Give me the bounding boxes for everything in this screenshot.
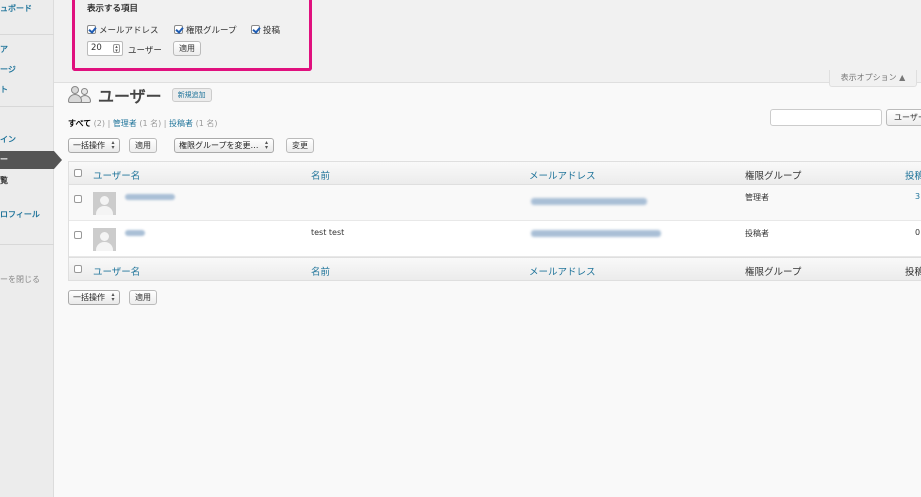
column-toggle-role[interactable]: 権限グループ [174,24,237,36]
bulk-apply-button[interactable]: 適用 [129,138,157,153]
screen-options-highlight: 表示する項目 メールアドレス 権限グループ 投稿 20 ▴ ▾ ユーザー 適用 [72,0,312,71]
checkbox-checked-icon[interactable] [251,25,260,34]
avatar [93,192,116,215]
filter-administrator-count: (1 名) [139,119,162,128]
users-icon [68,86,92,104]
select-all-checkbox[interactable] [74,169,82,177]
change-role-button[interactable]: 変更 [286,138,314,153]
email-redacted[interactable] [531,230,661,237]
screen-options-apply-button[interactable]: 適用 [173,41,201,56]
select-all-checkbox[interactable] [74,265,82,273]
stepper-arrows-icon[interactable]: ▴ ▾ [113,44,120,54]
sidebar-item-media[interactable]: ア [0,41,54,58]
user-post-count[interactable]: 3 [915,192,920,201]
column-footer-posts: 投稿 [905,267,921,278]
screen-options-title: 表示する項目 [87,4,139,14]
sidebar-collapse-menu[interactable]: ーを閉じる [0,271,54,288]
sidebar-item-plugins[interactable]: イン [0,131,54,148]
bulk-apply-button-bottom[interactable]: 適用 [129,290,157,305]
change-role-select[interactable]: 権限グループを変更… ▴ ▾ [174,138,274,153]
row-checkbox[interactable] [74,195,82,203]
table-header: ユーザー名 名前 メールアドレス 権限グループ 投稿 [69,162,921,185]
column-footer-username[interactable]: ユーザー名 [93,264,140,278]
bulk-actions-selected: 一括操作 [73,141,105,150]
sidebar-separator [0,106,54,107]
users-table: ユーザー名 名前 メールアドレス 権限グループ 投稿 管理者 3 test te… [68,161,921,281]
column-header-email[interactable]: メールアドレス [529,168,596,182]
sidebar-item-pages[interactable]: ージ [0,61,54,78]
user-display-name: test test [311,228,345,237]
column-header-name[interactable]: 名前 [311,168,330,182]
column-footer-role: 権限グループ [745,267,802,278]
select-arrows-icon: ▴ ▾ [111,139,115,151]
email-redacted[interactable] [531,198,647,205]
sidebar-item-users[interactable]: ー [0,151,54,169]
sidebar-separator [0,244,54,245]
admin-sidebar: ュボード ア ージ ト イン ー 覧 ロフィール ーを閉じる [0,0,54,497]
page-title: ユーザー [98,87,162,106]
filter-administrator[interactable]: 管理者 [113,119,137,128]
select-arrows-icon: ▴ ▾ [265,139,269,151]
column-header-posts[interactable]: 投稿 [905,168,921,182]
screen-options-tab[interactable]: 表示オプション ▲ [829,70,917,87]
checkbox-checked-icon[interactable] [174,25,183,34]
table-row: test test 投稿者 0 [69,221,921,257]
row-checkbox[interactable] [74,231,82,239]
users-per-page-label: ユーザー [128,46,162,56]
column-toggle-label: メールアドレス [99,25,159,36]
sidebar-subitem-profile[interactable]: ロフィール [0,206,54,223]
filter-author-count: (1 名) [195,119,218,128]
filter-separator: | [163,119,167,128]
table-footer: ユーザー名 名前 メールアドレス 権限グループ 投稿 [69,257,921,280]
users-per-page-value: 20 [91,43,102,53]
checkbox-checked-icon[interactable] [87,25,96,34]
filter-all[interactable]: すべて [68,119,91,128]
add-new-user-button[interactable]: 新規追加 [171,88,212,102]
page-header: ユーザー 新規追加 [68,84,212,106]
column-toggle-label: 投稿 [263,25,281,36]
bulk-actions-selected: 一括操作 [73,293,105,302]
bulk-actions-select-bottom[interactable]: 一括操作 ▴ ▾ [68,290,120,305]
filter-author[interactable]: 投稿者 [169,119,193,128]
user-post-count: 0 [915,228,921,237]
table-row: 管理者 3 [69,185,921,221]
role-filter-links: すべて (2) | 管理者 (1 名) | 投稿者 (1 名) [68,118,217,129]
column-toggle-label: 権限グループ [186,25,237,36]
user-role: 管理者 [745,193,769,202]
sidebar-current-arrow [54,151,62,169]
column-footer-name[interactable]: 名前 [311,264,330,278]
bulk-actions-select[interactable]: 一括操作 ▴ ▾ [68,138,120,153]
user-role: 投稿者 [745,229,769,238]
column-header-role: 権限グループ [745,171,802,182]
column-toggle-email[interactable]: メールアドレス [87,24,159,36]
change-role-selected: 権限グループを変更… [179,141,259,150]
screen-options-panel: 表示する項目 メールアドレス 権限グループ 投稿 20 ▴ ▾ ユーザー 適用 表… [54,0,921,87]
filter-separator: | [107,119,111,128]
filter-all-count: (2) [93,119,106,128]
username-redacted[interactable] [125,194,175,200]
users-per-page-input[interactable]: 20 ▴ ▾ [87,41,123,56]
sidebar-subitem-users-list[interactable]: 覧 [0,172,54,189]
user-search-input[interactable] [770,109,882,126]
sidebar-item-dashboard[interactable]: ュボード [0,0,54,17]
select-arrows-icon: ▴ ▾ [111,291,115,303]
column-footer-email[interactable]: メールアドレス [529,264,596,278]
sidebar-item-comments[interactable]: ト [0,81,54,98]
column-toggle-posts[interactable]: 投稿 [251,24,281,36]
username-redacted[interactable] [125,230,145,236]
column-header-username[interactable]: ユーザー名 [93,168,140,182]
sidebar-separator [0,34,54,35]
user-search-button[interactable]: ユーザー検索 [886,109,921,126]
avatar [93,228,116,251]
